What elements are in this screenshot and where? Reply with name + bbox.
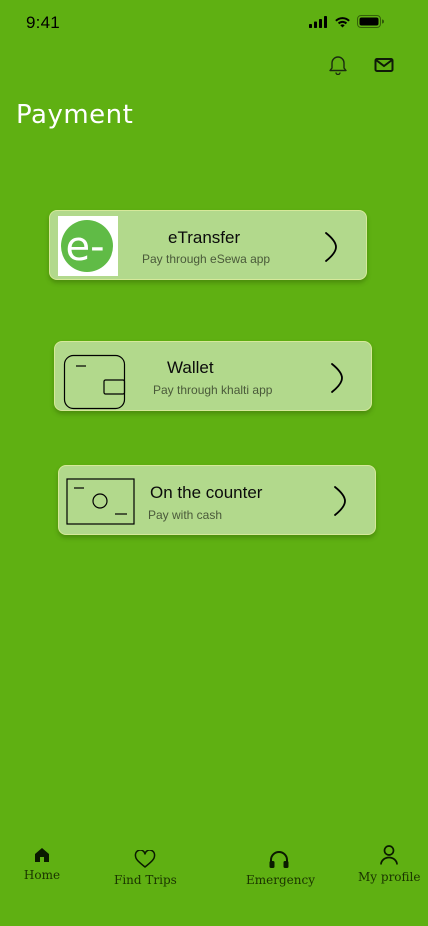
wifi-icon <box>334 15 351 33</box>
esewa-logo-text: e- <box>65 224 104 270</box>
battery-icon <box>357 15 384 33</box>
status-time: 9:41 <box>26 13 60 32</box>
wallet-option-card[interactable]: Wallet Pay through khalti app <box>54 341 372 411</box>
bottom-navigation: Home Find Trips Emergency My profile <box>0 836 428 926</box>
cash-icon <box>66 478 136 531</box>
headphones-icon <box>246 850 312 869</box>
nav-item-find-trips[interactable]: Find Trips <box>114 850 177 887</box>
mail-icon[interactable] <box>374 57 394 73</box>
chevron-right-icon <box>324 231 338 268</box>
wallet-title: Wallet <box>167 358 214 377</box>
user-icon <box>358 844 420 866</box>
bell-icon[interactable] <box>328 54 348 75</box>
nav-label-home: Home <box>23 868 61 882</box>
nav-item-home[interactable]: Home <box>22 846 62 882</box>
esewa-logo-icon: e- <box>58 216 118 281</box>
nav-item-my-profile[interactable]: My profile <box>358 844 420 884</box>
etransfer-option-card[interactable]: e- eTransfer Pay through eSewa app <box>49 210 367 280</box>
heart-icon <box>114 850 176 869</box>
counter-subtitle: Pay with cash <box>148 508 223 522</box>
header-actions <box>328 54 394 75</box>
page-title: Payment <box>16 100 134 130</box>
status-icons <box>309 15 384 33</box>
wallet-icon <box>63 354 127 415</box>
counter-option-card[interactable]: On the counter Pay with cash <box>58 465 376 535</box>
chevron-right-icon <box>333 485 347 522</box>
etransfer-subtitle: Pay through eSewa app <box>142 252 271 266</box>
nav-label-my-profile: My profile <box>358 870 421 884</box>
etransfer-title: eTransfer <box>168 228 241 247</box>
signal-icon <box>309 15 328 33</box>
nav-label-emergency: Emergency <box>246 873 315 887</box>
home-icon <box>22 846 62 864</box>
wallet-subtitle: Pay through khalti app <box>153 383 273 397</box>
nav-label-find-trips: Find Trips <box>114 873 177 887</box>
chevron-right-icon <box>330 362 344 399</box>
nav-item-emergency[interactable]: Emergency <box>246 850 315 887</box>
counter-title: On the counter <box>150 483 263 502</box>
status-bar: 9:41 <box>0 0 428 46</box>
